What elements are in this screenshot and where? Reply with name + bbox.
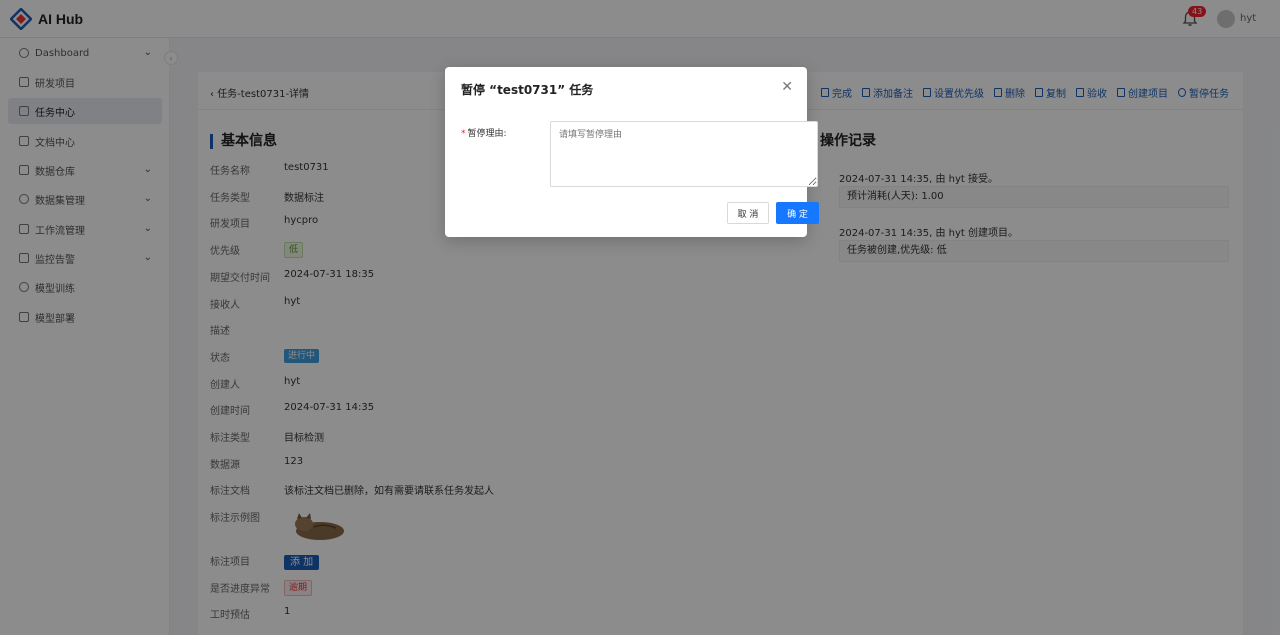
dialog-title: 暂停 “test0731” 任务 — [461, 83, 594, 97]
required-mark: * — [461, 129, 466, 139]
close-icon[interactable]: ✕ — [781, 79, 793, 95]
pause-reason-input[interactable] — [550, 121, 818, 187]
confirm-button[interactable]: 确 定 — [776, 202, 819, 224]
field-label-text: 暂停理由: — [467, 129, 507, 139]
pause-reason-label: * 暂停理由: — [461, 126, 507, 139]
cancel-button[interactable]: 取 消 — [727, 202, 769, 224]
pause-task-dialog: 暂停 “test0731” 任务 ✕ *暂停理由: 取 消 确 定 — [445, 67, 819, 237]
